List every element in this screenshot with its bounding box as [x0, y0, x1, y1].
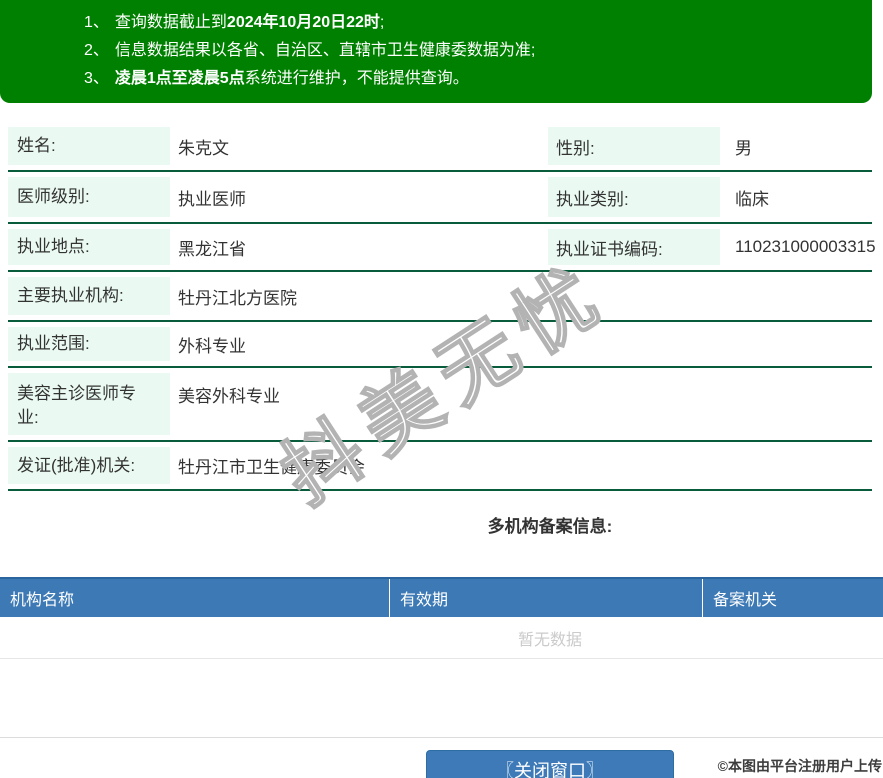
- no-data-message: 暂无数据: [0, 617, 883, 659]
- table-row-main-institution: 主要执业机构: 牡丹江北方医院: [8, 272, 872, 322]
- column-header-institution-name: 机构名称: [0, 579, 390, 617]
- issuing-authority-value: 牡丹江市卫生健康委员会: [178, 458, 365, 477]
- filing-section-title: 多机构备案信息:: [487, 517, 613, 536]
- practice-location-label: 执业地点:: [8, 229, 170, 265]
- name-value: 朱克文: [178, 138, 229, 158]
- notice-banner: 1、 查询数据截止到2024年10月20日22时; 2、 信息数据结果以各省、自治区…: [0, 0, 872, 103]
- practice-scope-value: 外科专业: [178, 336, 246, 356]
- filing-section: 多机构备案信息: 机构名称 有效期 备案机关 暂无数据 〖关闭窗口〗: [0, 512, 883, 778]
- column-header-validity-period: 有效期: [390, 579, 703, 617]
- notice-line-3: 3、 凌晨1点至凌晨5点系统进行维护，不能提供查询。: [84, 70, 469, 87]
- gender-label: 性别:: [548, 127, 720, 165]
- certificate-no-value: 110231000003315: [735, 237, 876, 256]
- practice-category-value: 临床: [735, 189, 769, 209]
- practice-location-value: 黑龙江省: [178, 239, 246, 259]
- close-window-button[interactable]: 〖关闭窗口〗: [426, 750, 674, 778]
- doctor-level-value: 执业医师: [178, 189, 246, 209]
- column-header-filing-authority: 备案机关: [713, 592, 778, 609]
- table-row-practice-scope: 执业范围: 外科专业: [8, 322, 872, 368]
- certificate-no-label: 执业证书编码:: [548, 229, 720, 265]
- doctor-level-label: 医师级别:: [8, 177, 170, 217]
- gender-value: 男: [735, 138, 752, 158]
- doctor-info-table: 姓名: 朱克文 性别: 男 医师级别: 执业医师 执业类别: 临床 执业地点: …: [0, 122, 876, 491]
- table-row-name-gender: 姓名: 朱克文 性别: 男: [8, 122, 872, 172]
- filing-table-header: 机构名称 有效期 备案机关: [0, 577, 883, 617]
- issuing-authority-label: 发证(批准)机关:: [8, 447, 170, 484]
- table-row-issuing-authority: 发证(批准)机关: 牡丹江市卫生健康委员会: [8, 442, 872, 491]
- notice-line-1: 1、 查询数据截止到2024年10月20日22时;: [84, 14, 385, 31]
- name-label: 姓名:: [8, 127, 170, 165]
- practice-scope-label: 执业范围:: [8, 327, 170, 361]
- table-row-level-category: 医师级别: 执业医师 执业类别: 临床: [8, 172, 872, 224]
- cosmetic-specialty-label: 美容主诊医师专业:: [8, 373, 170, 435]
- filing-table: 机构名称 有效期 备案机关 暂无数据: [0, 577, 883, 659]
- uploader-watermark: ©本图由平台注册用户上传: [717, 758, 882, 774]
- cosmetic-specialty-value: 美容外科专业: [178, 387, 280, 406]
- main-institution-value: 牡丹江北方医院: [178, 288, 297, 308]
- practice-category-label: 执业类别:: [548, 177, 720, 217]
- table-row-cosmetic-specialty: 美容主诊医师专业: 美容外科专业: [8, 368, 872, 442]
- main-institution-label: 主要执业机构:: [8, 277, 170, 315]
- table-row-location-certno: 执业地点: 黑龙江省 执业证书编码: 110231000003315: [8, 224, 876, 272]
- notice-line-2: 2、 信息数据结果以各省、自治区、直辖市卫生健康委数据为准;: [84, 42, 536, 59]
- doctor-license-result-page: 1、 查询数据截止到2024年10月20日22时; 2、 信息数据结果以各省、自治区…: [0, 0, 883, 778]
